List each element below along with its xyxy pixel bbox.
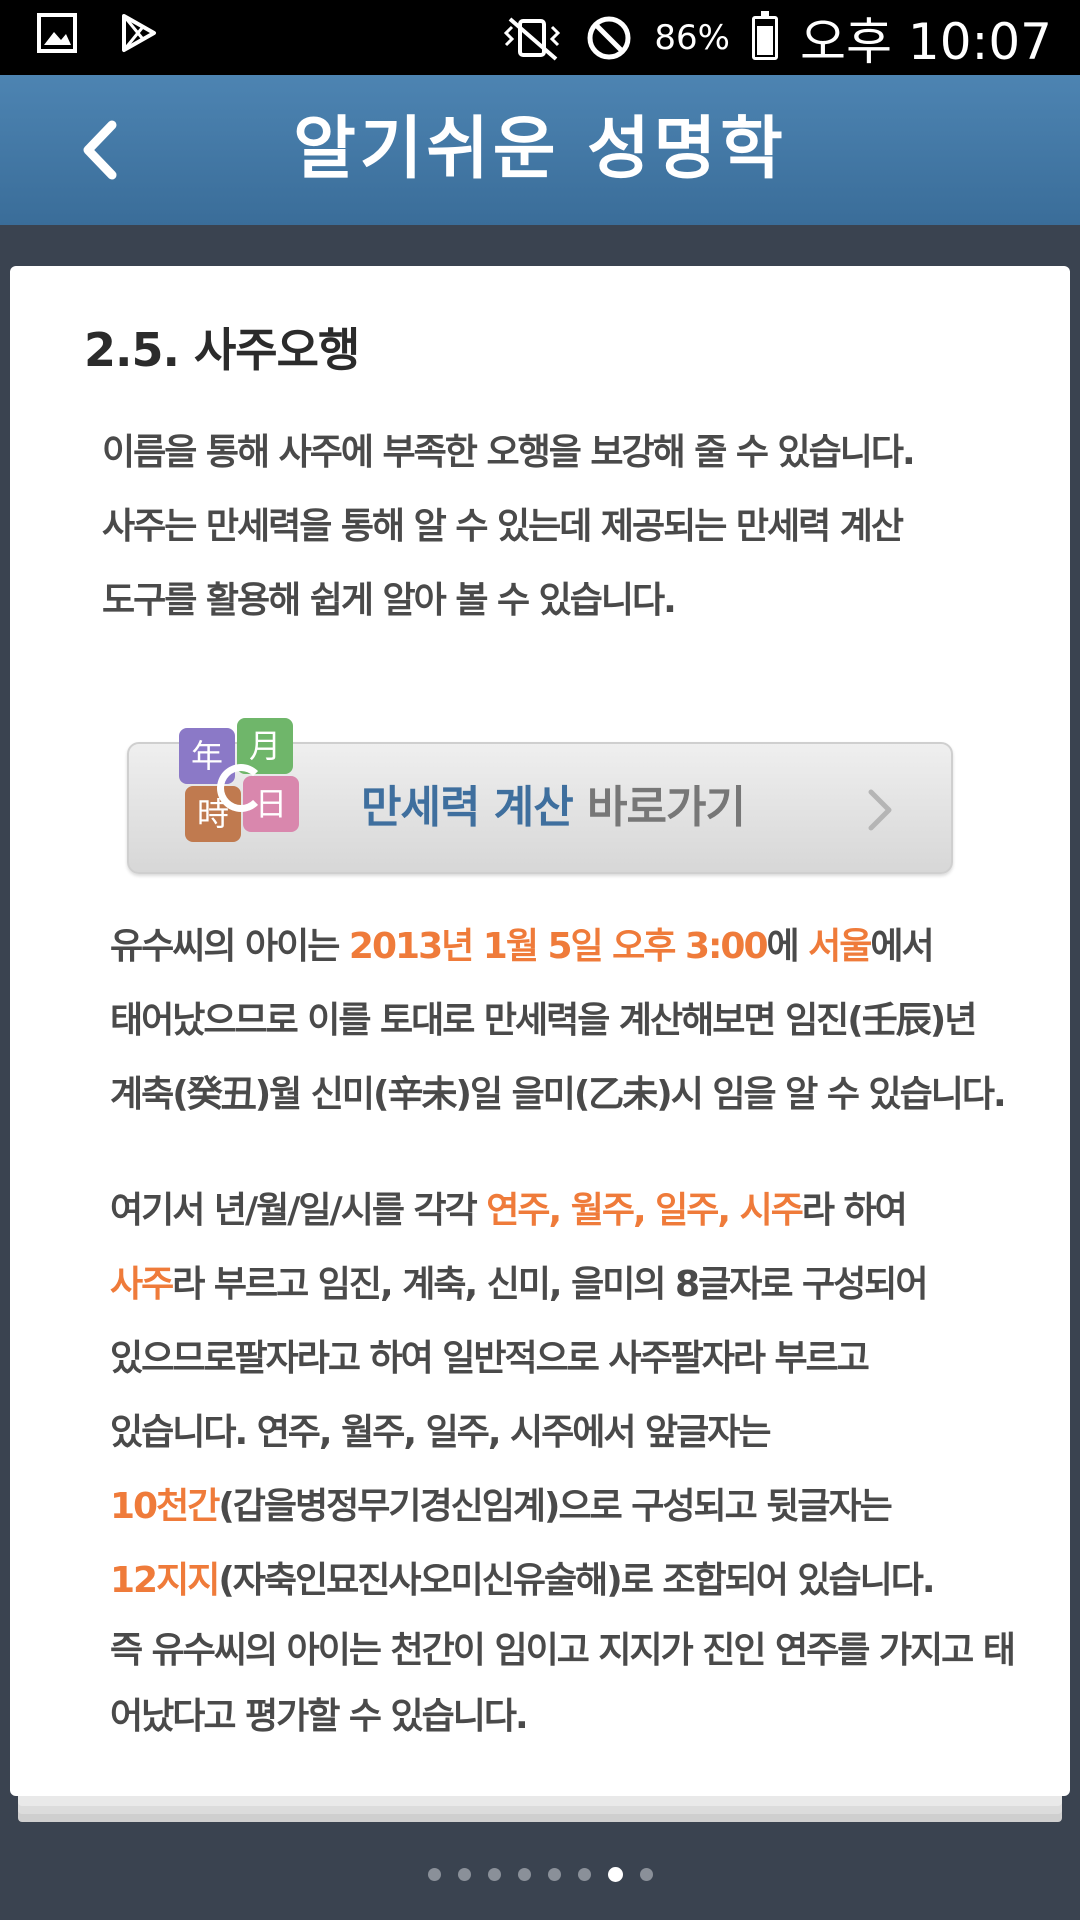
p1-place-highlight: 서울 — [808, 926, 872, 967]
p2-pillars-highlight: 연주, 월주, 일주, 시주 — [486, 1190, 804, 1231]
vibrate-icon — [504, 16, 561, 61]
status-left-icons — [36, 12, 160, 54]
calendar-icon: 年 月 時 日 — [179, 718, 309, 858]
p2-line: 10천간(갑을병정무기경신임계)으로 구성되고 뒷글자는 — [110, 1470, 1014, 1544]
p2-line: 사주라 부르고 임진, 계축, 신미, 을미의 8글자로 구성되어 — [110, 1248, 1014, 1322]
p2-line: 여기서 년/월/일/시를 각각 연주, 월주, 일주, 시주라 하여 — [110, 1174, 1014, 1248]
p2-text: 라 하여 — [801, 1190, 908, 1231]
p2-jiji-highlight: 12지지 — [110, 1560, 220, 1601]
p2-text: 라 부르고 임진, 계축, 신미, 을미의 8글자로 구성되어 — [172, 1264, 928, 1305]
content-card[interactable]: 2.5. 사주오행 이름을 통해 사주에 부족한 오행을 보강해 줄 수 있습니… — [10, 266, 1070, 1796]
page-dot[interactable] — [639, 1868, 653, 1881]
p2-line: 즉 유수씨의 아이는 천간이 임이고 지지가 진인 연주를 가지고 태 — [110, 1630, 1016, 1671]
p2-text: (갑을병정무기경신임계)으로 구성되고 뒷글자는 — [218, 1486, 892, 1527]
p2-line: 있습니다. 연주, 월주, 일주, 시주에서 앞글자는 — [110, 1412, 772, 1453]
p1-line: 유수씨의 아이는 2013년 1월 5일 오후 3:00에 서울에서 — [110, 910, 1005, 984]
p1-text: 에서 — [870, 926, 934, 967]
page-dot-active[interactable] — [607, 1867, 623, 1882]
app-bar: 알기쉬운 성명학 — [0, 75, 1080, 225]
intro-line: 이름을 통해 사주에 부족한 오행을 보강해 줄 수 있습니다. — [102, 432, 916, 473]
refresh-icon — [217, 764, 265, 812]
page-dot[interactable] — [427, 1868, 441, 1881]
p2-line: 어났다고 평가할 수 있습니다. — [110, 1696, 529, 1737]
p2-line: 있으므로팔자라고 하여 일반적으로 사주팔자라 부르고 — [110, 1338, 870, 1379]
status-bar: 86% 오후 10:07 — [0, 0, 1080, 75]
status-time: 오후 10:07 — [800, 12, 1052, 71]
page-dot[interactable] — [487, 1868, 501, 1881]
page-dot[interactable] — [457, 1868, 471, 1881]
manse-calculator-button[interactable]: 年 月 時 日 만세력 계산 바로가기 — [127, 718, 953, 874]
p1-date-highlight: 2013년 1월 5일 오후 3:00 — [348, 926, 769, 967]
p1-text: 유수씨의 아이는 — [110, 926, 349, 967]
battery-level — [757, 25, 773, 55]
do-not-disturb-icon — [587, 16, 631, 59]
paragraph-2: 여기서 년/월/일/시를 각각 연주, 월주, 일주, 시주라 하여 사주라 부… — [110, 1174, 1016, 1750]
app-title: 알기쉬운 성명학 — [293, 110, 787, 189]
p1-line: 태어났으므로 이를 토대로 만세력을 계산해보면 임진(壬辰)년 — [110, 1000, 977, 1041]
p1-line: 계축(癸丑)월 신미(辛未)일 을미(乙未)시 임을 알 수 있습니다. — [110, 1074, 1007, 1115]
battery-percent: 86% — [654, 17, 730, 58]
page-indicator[interactable] — [0, 1867, 1080, 1882]
p2-saju-highlight: 사주 — [110, 1264, 174, 1305]
play-store-icon — [122, 14, 156, 52]
p2-text: (자축인묘진사오미신유술해)로 조합되어 있습니다. — [218, 1560, 935, 1601]
manse-label-rest: 바로가기 — [572, 782, 746, 833]
p2-line: 12지지(자축인묘진사오미신유술해)로 조합되어 있습니다. — [110, 1544, 1014, 1618]
page-dot[interactable] — [547, 1868, 561, 1881]
p1-text: 에 — [766, 926, 809, 967]
status-right-area: 86% 오후 10:07 — [500, 0, 1052, 75]
page-dot[interactable] — [517, 1868, 531, 1881]
intro-line: 도구를 활용해 쉽게 알아 볼 수 있습니다. — [102, 580, 677, 621]
p2-cheongan-highlight: 10천간 — [110, 1486, 220, 1527]
p2-text: 여기서 년/월/일/시를 각각 — [110, 1190, 487, 1231]
battery-icon — [752, 10, 778, 60]
manse-label-strong: 만세력 계산 — [361, 782, 574, 833]
section-title: 2.5. 사주오행 — [84, 323, 360, 377]
page-dot[interactable] — [577, 1868, 591, 1881]
intro-paragraph: 이름을 통해 사주에 부족한 오행을 보강해 줄 수 있습니다. 사주는 만세력… — [102, 416, 916, 638]
manse-button-label: 만세력 계산 바로가기 — [361, 744, 746, 872]
chevron-right-icon — [868, 789, 892, 831]
image-icon — [37, 13, 77, 53]
paragraph-1: 유수씨의 아이는 2013년 1월 5일 오후 3:00에 서울에서 태어났으므… — [110, 910, 1007, 1132]
intro-line: 사주는 만세력을 통해 알 수 있는데 제공되는 만세력 계산 — [102, 506, 904, 547]
